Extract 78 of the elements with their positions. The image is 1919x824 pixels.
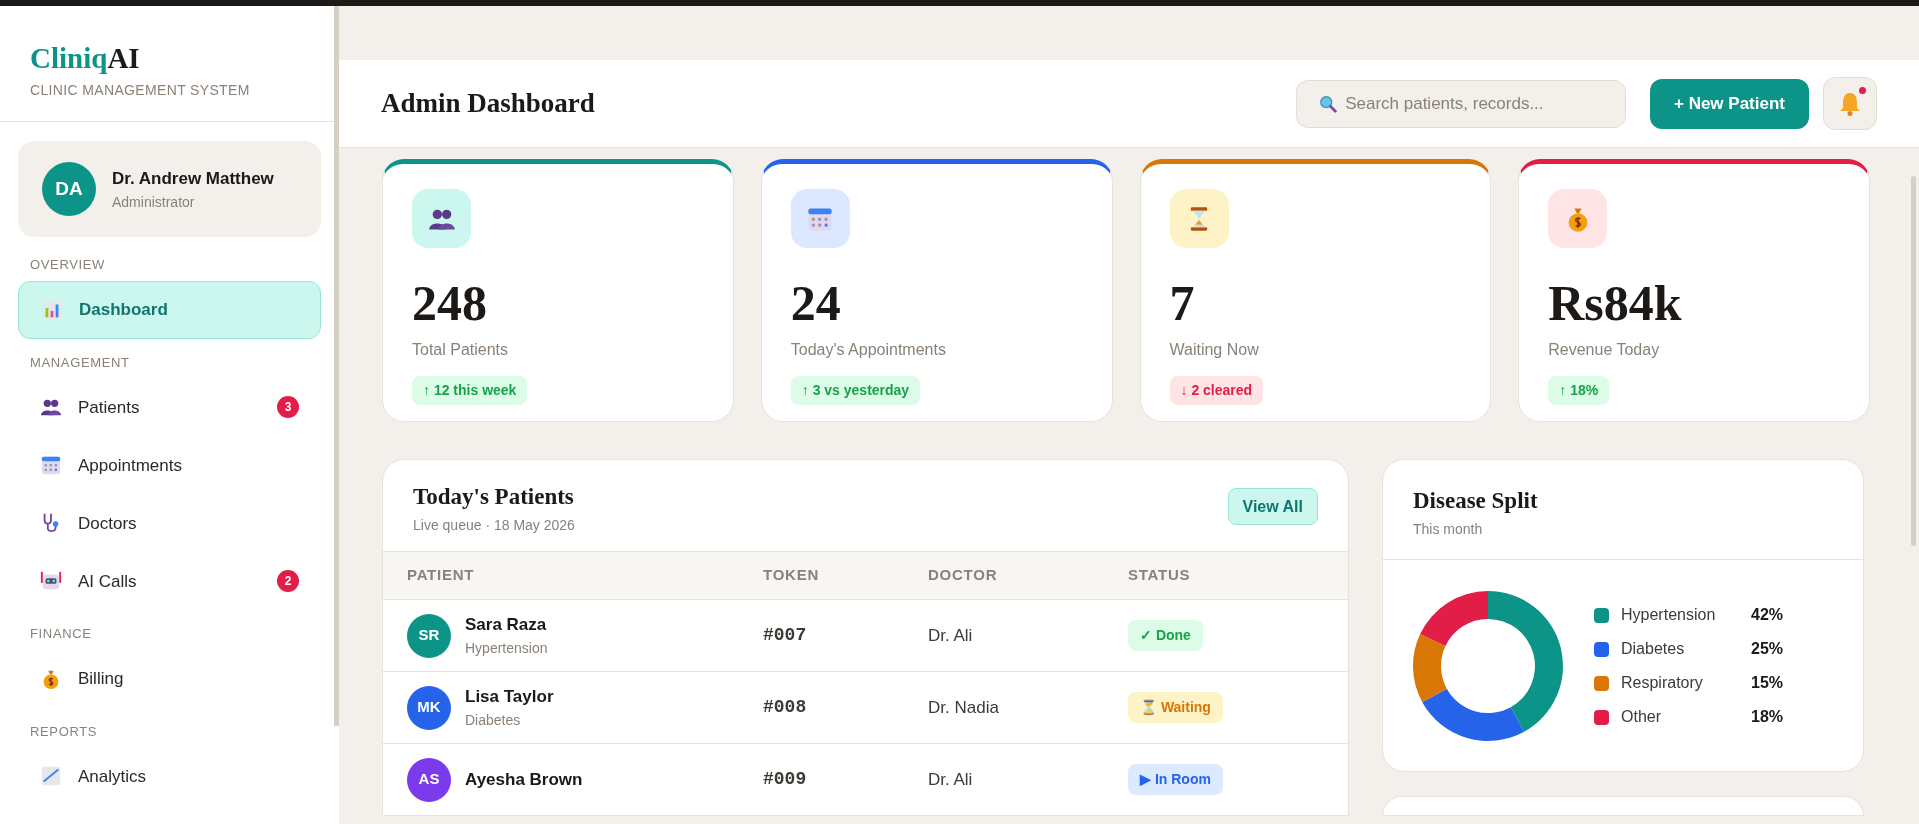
view-all-button[interactable]: View All bbox=[1227, 488, 1318, 525]
trend-label: ↑ 12 this week bbox=[412, 376, 528, 405]
column-header: STATUS bbox=[1128, 565, 1192, 586]
patient-avatar: AS bbox=[407, 757, 451, 802]
doctor-cell-text: Dr. Nadia bbox=[928, 696, 1000, 719]
column-header: TOKEN bbox=[763, 565, 820, 586]
column-header: DOCTOR bbox=[928, 565, 999, 586]
legend-label: Respiratory bbox=[1621, 673, 1704, 693]
avatar: DA bbox=[42, 162, 96, 217]
trend-label: ↑ 3 vs yesterday bbox=[790, 376, 921, 405]
trend-label: ↑ 18% bbox=[1548, 376, 1610, 405]
status-badge: ✓ Done bbox=[1128, 620, 1203, 651]
nav-item[interactable]: Dashboard bbox=[18, 280, 321, 339]
card-subtitle: This month bbox=[1413, 519, 1484, 539]
status-badge: ▶ In Room bbox=[1128, 764, 1223, 795]
section-label: MANAGEMENT bbox=[29, 353, 131, 372]
nav-item[interactable]: Doctors bbox=[18, 494, 321, 553]
legend-swatch bbox=[1594, 709, 1609, 725]
token-cell-text: #009 bbox=[763, 768, 808, 791]
section-label: REPORTS bbox=[29, 722, 99, 741]
legend-swatch bbox=[1594, 675, 1609, 691]
logo: CliniqAI bbox=[30, 41, 141, 76]
legend-value: 18% bbox=[1751, 707, 1784, 727]
legend-label: Other bbox=[1621, 707, 1662, 727]
card-title: Today's Patients bbox=[413, 483, 575, 511]
search-input: Search patients, records... bbox=[1345, 90, 1603, 117]
token-cell-text: #007 bbox=[763, 624, 808, 647]
nav-item[interactable]: Billing bbox=[18, 649, 321, 708]
card-title: Disease Split bbox=[1413, 487, 1539, 515]
page-title: Admin Dashboard bbox=[381, 87, 596, 121]
notifications-button[interactable] bbox=[1823, 77, 1877, 130]
search-icon bbox=[1319, 93, 1338, 114]
calendar-icon bbox=[40, 454, 62, 477]
user-name: Dr. Andrew Matthew bbox=[112, 168, 274, 190]
patient-name: Ayesha Brown bbox=[465, 768, 583, 791]
token-cell-text: #008 bbox=[763, 696, 808, 719]
legend-label: Diabetes bbox=[1621, 639, 1686, 659]
user-role: Administrator bbox=[112, 192, 196, 212]
count-badge: 3 bbox=[277, 396, 299, 419]
nav-item[interactable]: Patients 3 bbox=[18, 378, 321, 437]
nav-item[interactable]: Appointments bbox=[18, 436, 321, 495]
section-label: OVERVIEW bbox=[29, 256, 107, 275]
patient-avatar: SR bbox=[407, 613, 451, 658]
stat-label: Waiting Now bbox=[1169, 340, 1260, 360]
chart-icon bbox=[40, 765, 62, 788]
search-field[interactable]: Search patients, records... bbox=[1296, 79, 1626, 128]
legend-value: 42% bbox=[1751, 605, 1784, 625]
bell-icon bbox=[1838, 90, 1862, 117]
stat-value: 248 bbox=[412, 278, 488, 328]
legend-swatch bbox=[1594, 641, 1609, 657]
section-label: FINANCE bbox=[29, 625, 93, 644]
patient-condition: Diabetes bbox=[465, 710, 522, 730]
legend-value: 25% bbox=[1751, 639, 1784, 659]
doctor-cell-text: Dr. Ali bbox=[928, 624, 974, 647]
trend-label: ↓ 2 cleared bbox=[1169, 376, 1264, 405]
legend-label: Hypertension bbox=[1621, 605, 1717, 625]
new-patient-button[interactable]: + New Patient bbox=[1650, 78, 1809, 129]
tagline: CLINIC MANAGEMENT SYSTEM bbox=[30, 81, 251, 101]
patient-condition: Hypertension bbox=[465, 638, 548, 658]
doctor-cell-text: Dr. Ali bbox=[928, 768, 974, 791]
legend-swatch bbox=[1594, 607, 1609, 623]
stat-value: 24 bbox=[790, 278, 842, 328]
stat-label: Total Patients bbox=[412, 340, 510, 360]
stat-label: Revenue Today bbox=[1548, 340, 1661, 360]
stat-value: 7 bbox=[1169, 278, 1196, 328]
legend-value: 15% bbox=[1751, 673, 1784, 693]
column-header: PATIENT bbox=[407, 565, 476, 586]
status-badge: ⏳ Waiting bbox=[1128, 692, 1223, 723]
card-subtitle: Live queue · 18 May 2026 bbox=[413, 515, 576, 535]
bar-chart-icon bbox=[41, 298, 63, 321]
stat-value: Rs84k bbox=[1548, 278, 1683, 328]
nav-item[interactable]: AI Calls 2 bbox=[18, 552, 321, 611]
patient-name: Lisa Taylor bbox=[465, 686, 554, 709]
count-badge: 2 bbox=[277, 570, 299, 593]
stat-label: Today's Appointments bbox=[790, 340, 947, 360]
nav-item[interactable]: Analytics bbox=[18, 747, 321, 806]
patient-name: Sara Raza bbox=[465, 614, 548, 637]
patient-avatar: MK bbox=[407, 685, 451, 730]
